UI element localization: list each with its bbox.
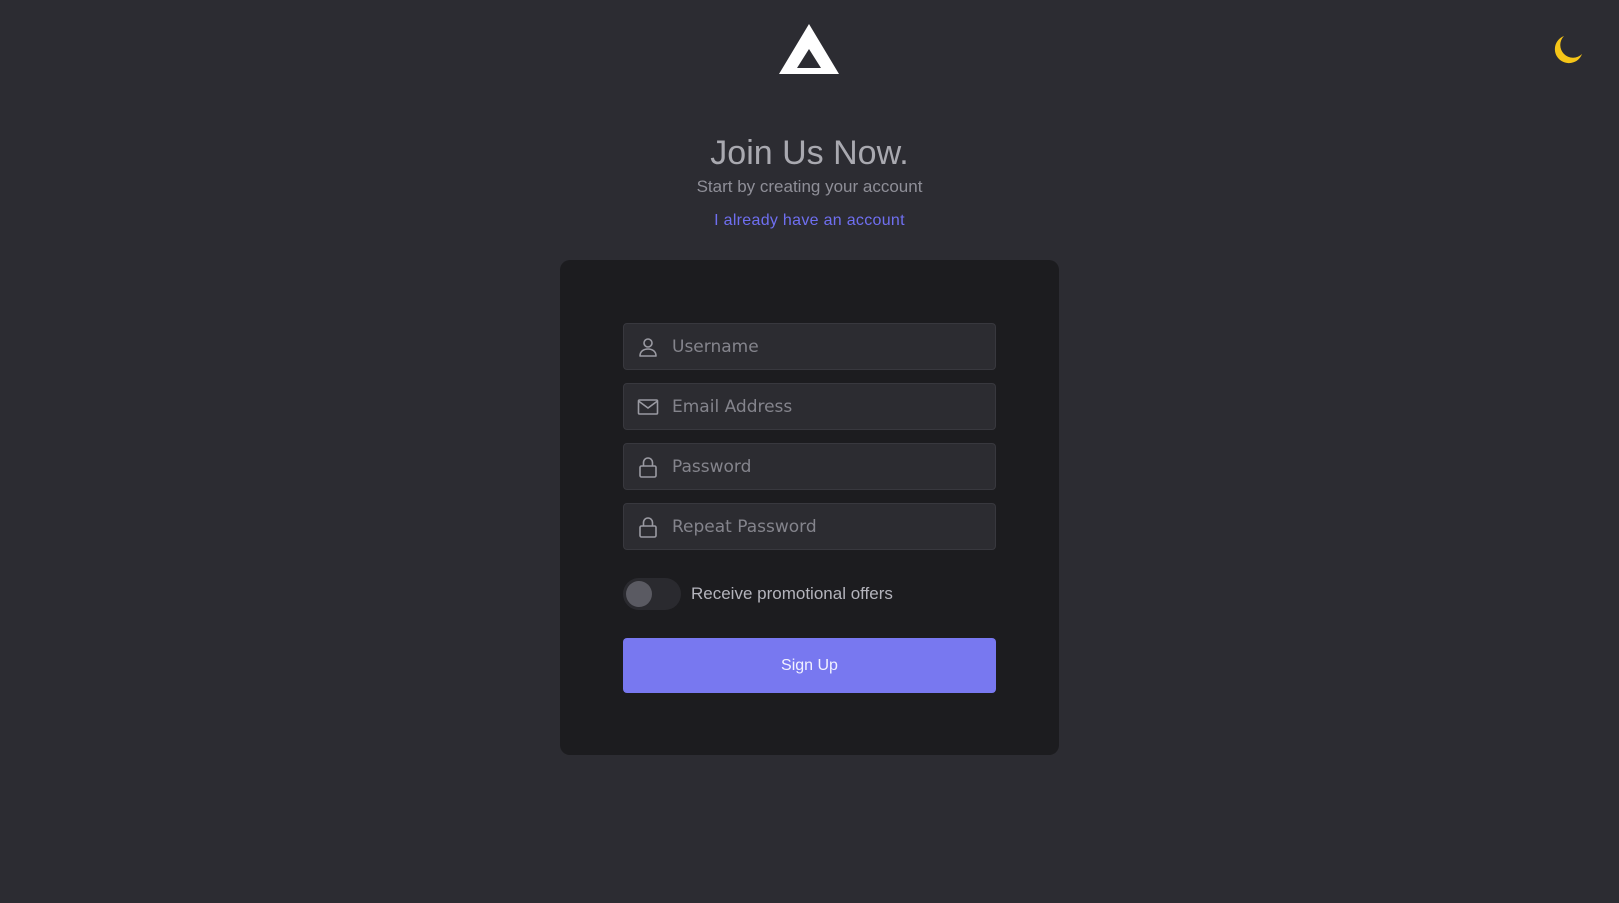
promo-toggle[interactable]: [623, 578, 681, 610]
email-field[interactable]: [623, 383, 996, 430]
lock-icon: [639, 517, 657, 538]
email-input[interactable]: [672, 384, 982, 429]
username-input[interactable]: [672, 324, 982, 369]
page-header: Join Us Now. Start by creating your acco…: [0, 130, 1619, 230]
repeat-password-input[interactable]: [672, 504, 982, 549]
sign-up-button[interactable]: Sign Up: [623, 638, 996, 693]
page-subtitle: Start by creating your account: [696, 177, 923, 196]
page-title: Join Us Now.: [710, 134, 909, 172]
lock-icon: [639, 457, 657, 478]
password-field[interactable]: [623, 443, 996, 490]
password-input[interactable]: [672, 444, 982, 489]
repeat-password-field[interactable]: [623, 503, 996, 550]
logo-icon: [779, 24, 839, 74]
promo-toggle-row: Receive promotional offers: [623, 578, 996, 610]
username-field[interactable]: [623, 323, 996, 370]
moon-icon[interactable]: [1550, 32, 1586, 68]
toggle-knob: [626, 581, 652, 607]
signup-card: Receive promotional offers Sign Up: [560, 260, 1059, 755]
promo-toggle-label: Receive promotional offers: [691, 584, 893, 603]
login-link[interactable]: I already have an account: [714, 212, 905, 230]
mail-icon: [637, 399, 659, 415]
user-icon: [639, 338, 657, 357]
